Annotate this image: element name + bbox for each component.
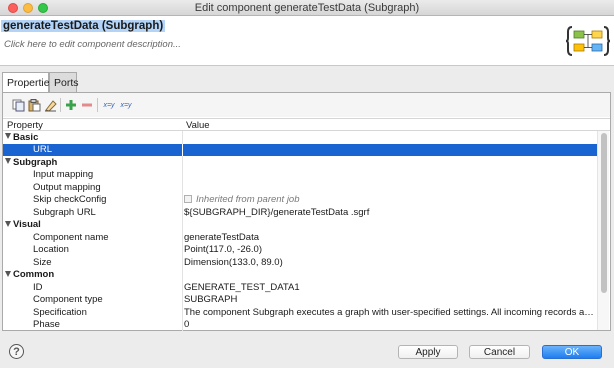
skip-checkconfig-checkbox[interactable] <box>184 195 192 203</box>
section-basic[interactable]: Basic <box>3 131 597 144</box>
tab-ports[interactable]: Ports <box>49 72 79 92</box>
component-header: generateTestData (Subgraph) Click here t… <box>0 16 614 66</box>
property-row-phase[interactable]: Phase 0 <box>3 318 597 331</box>
copy-icon[interactable] <box>11 98 25 112</box>
property-row-component-type[interactable]: Component type SUBGRAPH <box>3 293 597 306</box>
properties-grid: Basic URL Subgraph Input mapping Output … <box>3 131 597 331</box>
subgraph-icon <box>566 26 610 56</box>
properties-toolbar: x=y x=y <box>3 93 610 117</box>
ok-button[interactable]: OK <box>542 345 602 359</box>
property-row-url[interactable]: URL <box>3 143 597 156</box>
property-row-specification[interactable]: Specification The component Subgraph exe… <box>3 306 597 319</box>
property-row-subgraph-url[interactable]: Subgraph URL ${SUBGRAPH_DIR}/generateTes… <box>3 206 597 219</box>
component-description[interactable]: Click here to edit component description… <box>4 39 181 50</box>
inherited-label: Inherited from parent job <box>196 194 300 205</box>
clear-icon[interactable] <box>43 98 57 112</box>
paste-icon[interactable] <box>27 98 41 112</box>
window-titlebar: Edit component generateTestData (Subgrap… <box>0 0 614 16</box>
apply-button[interactable]: Apply <box>398 345 458 359</box>
toolbar-separator <box>97 98 98 112</box>
toolbar-separator <box>60 98 61 112</box>
property-row-location[interactable]: Location Point(117.0, -26.0) <box>3 243 597 256</box>
window-title: Edit component generateTestData (Subgrap… <box>194 2 420 14</box>
property-row-input-mapping[interactable]: Input mapping <box>3 168 597 181</box>
property-column-header[interactable]: Property <box>7 120 43 131</box>
property-row-skip-checkconfig[interactable]: Skip checkConfig Inherited from parent j… <box>3 193 597 206</box>
cancel-button[interactable]: Cancel <box>469 345 530 359</box>
properties-panel: x=y x=y Property Value Basic URL Subgrap… <box>2 92 611 331</box>
property-row-component-name[interactable]: Component name generateTestData <box>3 231 597 244</box>
value-column-header[interactable]: Value <box>186 120 210 131</box>
xyz-icon[interactable]: x=y <box>101 98 117 112</box>
help-icon[interactable]: ? <box>9 344 24 359</box>
remove-icon[interactable] <box>80 98 94 112</box>
grid-header: Property Value <box>3 118 610 131</box>
component-title[interactable]: generateTestData (Subgraph) <box>1 20 166 32</box>
vertical-scrollbar[interactable] <box>597 131 609 330</box>
scrollbar-thumb[interactable] <box>601 133 607 293</box>
section-subgraph[interactable]: Subgraph <box>3 156 597 169</box>
property-row-output-mapping[interactable]: Output mapping <box>3 181 597 194</box>
section-visual[interactable]: Visual <box>3 218 597 231</box>
xyz-param-icon[interactable]: x=y <box>118 98 134 112</box>
property-row-id[interactable]: ID GENERATE_TEST_DATA1 <box>3 281 597 294</box>
property-row-size[interactable]: Size Dimension(133.0, 89.0) <box>3 256 597 269</box>
section-common[interactable]: Common <box>3 268 597 281</box>
tab-properties[interactable]: Properties <box>2 72 55 93</box>
add-icon[interactable] <box>64 98 78 112</box>
